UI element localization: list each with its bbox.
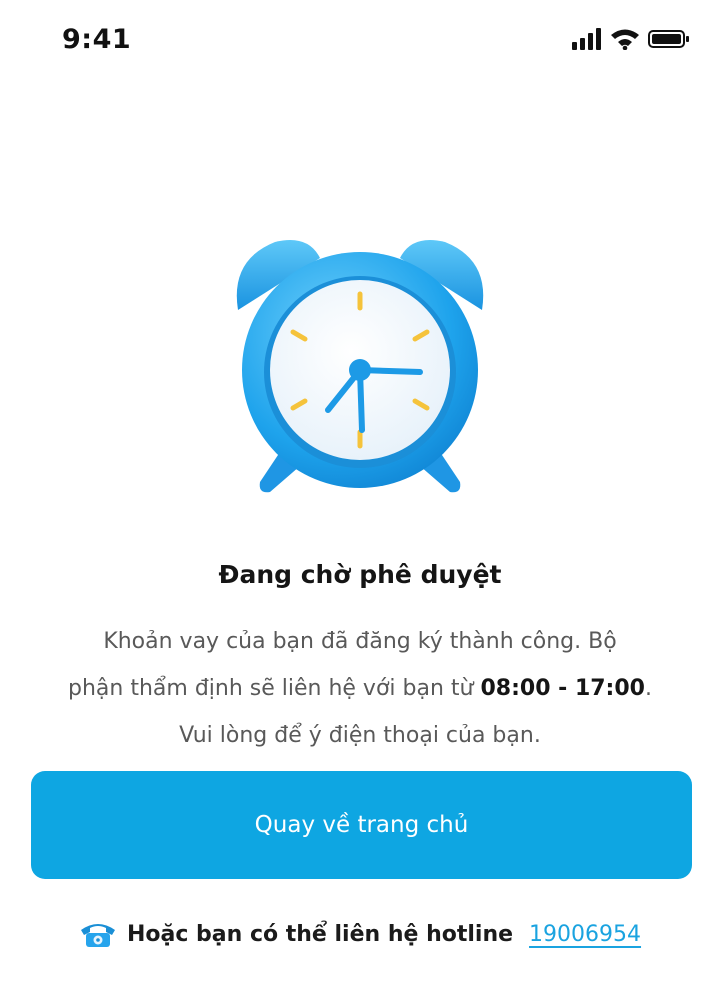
description-line-3: Vui lòng để ý điện thoại của bạn. xyxy=(179,723,541,748)
hotline-text: Hoặc bạn có thể liên hệ hotline xyxy=(126,921,514,947)
back-to-home-label: Quay về trang chủ xyxy=(254,812,469,838)
status-bar: 9:41 xyxy=(0,0,720,90)
page-title: Đang chờ phê duyệt xyxy=(218,560,502,589)
phone-icon xyxy=(79,920,117,948)
battery-icon xyxy=(648,30,689,48)
status-time: 9:41 xyxy=(62,24,132,55)
description-line-2: phận thẩm định sẽ liên hệ với bạn từ 08:… xyxy=(30,665,690,712)
description-line-1: Khoản vay của bạn đã đăng ký thành công.… xyxy=(103,629,617,654)
status-icons xyxy=(572,28,690,50)
wifi-icon xyxy=(611,29,639,50)
signal-icon xyxy=(572,28,601,50)
working-hours: 08:00 - 17:00 xyxy=(480,676,645,701)
description-line-2-text: phận thẩm định sẽ liên hệ với bạn từ xyxy=(68,676,481,701)
description-line-2-end: . xyxy=(644,676,652,701)
hotline-number-link[interactable]: 19006954 xyxy=(529,922,641,947)
hotline-row: Hoặc bạn có thể liên hệ hotline 19006954 xyxy=(0,912,720,956)
description: Khoản vay của bạn đã đăng ký thành công.… xyxy=(30,618,690,759)
alarm-clock-icon xyxy=(236,240,484,493)
back-to-home-button[interactable]: Quay về trang chủ xyxy=(31,771,692,879)
